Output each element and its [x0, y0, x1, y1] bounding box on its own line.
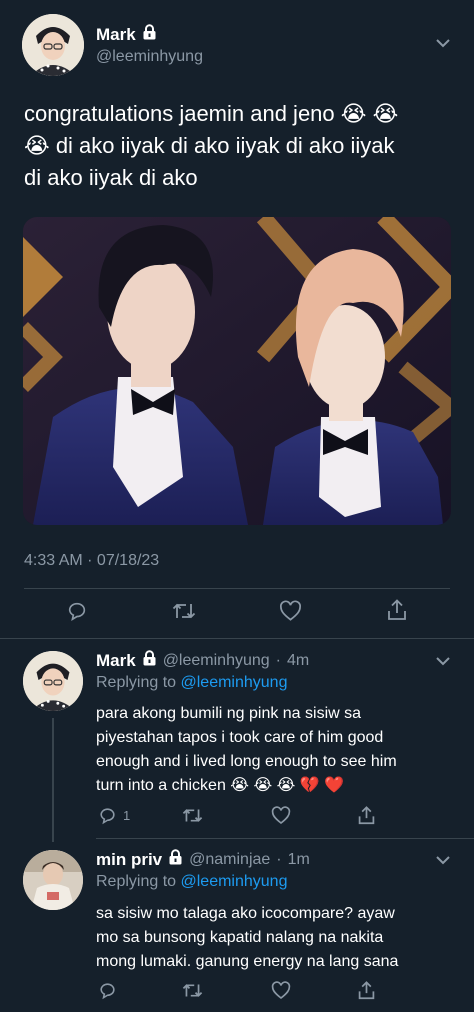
divider — [24, 588, 450, 589]
chevron-down-icon[interactable] — [434, 655, 452, 667]
reply-text-line: enough and i lived long enough to see hi… — [96, 753, 397, 770]
tweet-text-line: congratulations jaemin and jeno 😭 😭 — [24, 101, 399, 126]
heart-icon[interactable] — [271, 806, 291, 825]
author-name[interactable]: min priv — [96, 850, 162, 870]
author-handle[interactable]: @leeminhyung — [163, 652, 270, 670]
reply-icon[interactable] — [98, 981, 117, 1000]
author-handle[interactable]: @naminjae — [189, 851, 270, 869]
share-icon[interactable] — [386, 598, 408, 622]
lock-icon — [168, 849, 183, 870]
reply-actions: 1 — [0, 805, 474, 829]
reply-actions — [0, 980, 474, 1004]
reply-icon[interactable]: 1 — [98, 806, 130, 825]
share-icon[interactable] — [357, 805, 376, 826]
replying-to-link[interactable]: @leeminhyung — [181, 674, 288, 691]
heart-icon[interactable] — [279, 600, 302, 622]
divider — [96, 838, 474, 839]
reply-age[interactable]: 4m — [287, 652, 309, 670]
reply-text-line: sa sisiw mo talaga ako icocompare? ayaw — [96, 905, 395, 922]
reply-text-line: turn into a chicken 😭 😭 😭 💔 ❤️ — [96, 777, 345, 794]
reply-age[interactable]: 1m — [288, 851, 310, 869]
retweet-icon[interactable] — [172, 600, 196, 622]
reply-text: para akong bumili ng pink na sisiw sa pi… — [96, 702, 466, 798]
lock-icon — [142, 650, 157, 671]
reply-icon[interactable] — [66, 600, 88, 622]
author-name[interactable]: Mark — [96, 25, 136, 45]
tweet-text: congratulations jaemin and jeno 😭 😭 😭 di… — [24, 98, 464, 194]
separator-dot: · — [276, 850, 282, 868]
reply-text-line: mong lumaki. ganung energy na lang sana — [96, 953, 399, 970]
replying-to-label: Replying to — [96, 674, 177, 691]
tweet-text-line: di ako iiyak di ako — [24, 165, 198, 190]
replying-to-link[interactable]: @leeminhyung — [181, 873, 288, 890]
avatar[interactable] — [23, 651, 83, 711]
chevron-down-icon[interactable] — [434, 37, 452, 49]
lock-icon — [142, 24, 157, 45]
reply-count: 1 — [123, 808, 131, 823]
tweet-timestamp[interactable]: 4:33 AM · 07/18/23 — [24, 552, 159, 570]
heart-icon[interactable] — [271, 981, 291, 1000]
reply-text-line: mo sa bunsong kapatid nalang na nakita — [96, 929, 384, 946]
share-icon[interactable] — [357, 980, 376, 1001]
reply-text-line: para akong bumili ng pink na sisiw sa — [96, 705, 362, 722]
tweet-photo[interactable] — [23, 217, 451, 525]
avatar[interactable] — [23, 850, 83, 910]
replying-to-label: Replying to — [96, 873, 177, 890]
tweet-text-line: 😭 di ako iiyak di ako iiyak di ako iiyak — [24, 133, 395, 158]
retweet-icon[interactable] — [182, 981, 203, 1000]
author-name[interactable]: Mark — [96, 651, 136, 671]
separator-dot: · — [275, 651, 281, 669]
author-handle[interactable]: @leeminhyung — [96, 48, 203, 66]
retweet-icon[interactable] — [182, 806, 203, 825]
reply-text: sa sisiw mo talaga ako icocompare? ayaw … — [96, 902, 466, 974]
avatar[interactable] — [22, 14, 84, 76]
reply-text-line: piyestahan tapos i took care of him good — [96, 729, 384, 746]
divider — [0, 638, 474, 639]
chevron-down-icon[interactable] — [434, 854, 452, 866]
tweet-actions — [0, 598, 474, 626]
